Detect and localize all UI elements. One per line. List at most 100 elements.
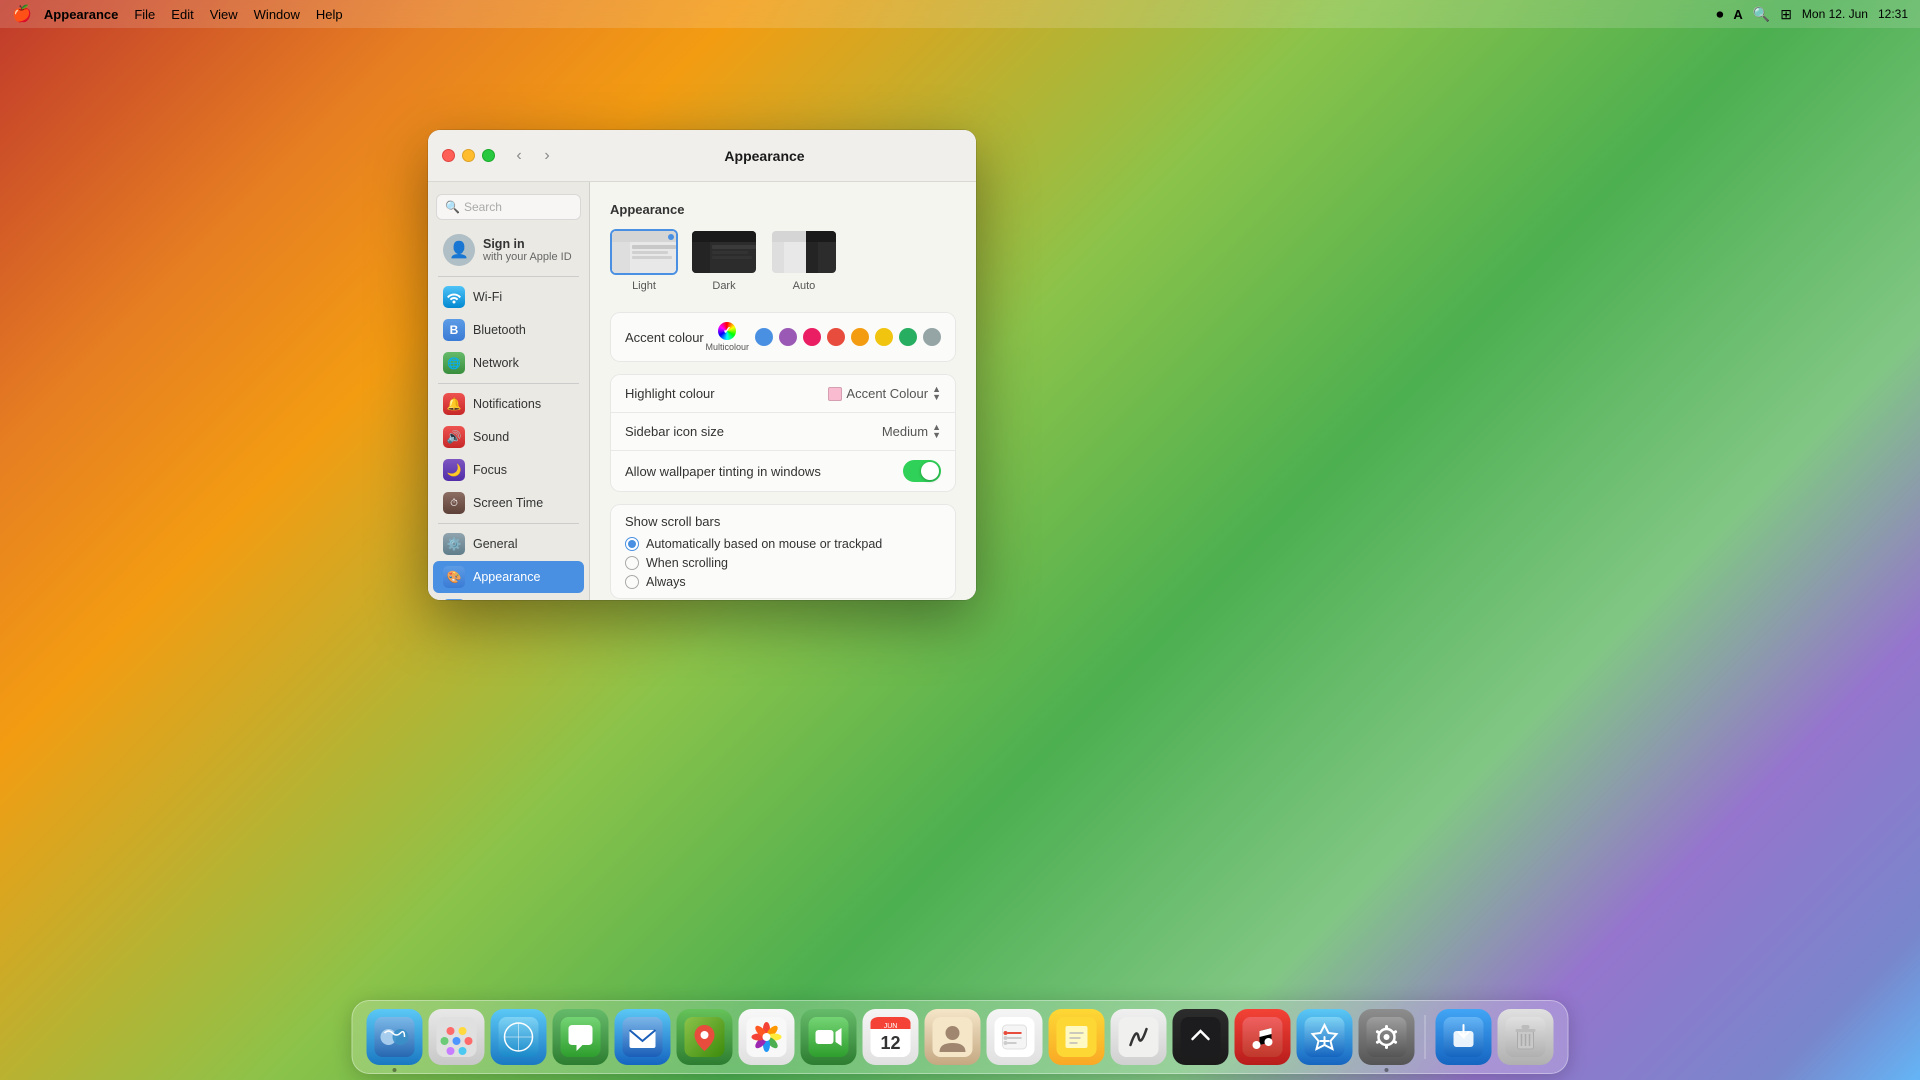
keyboard-icon[interactable]: A bbox=[1733, 7, 1742, 22]
menu-file[interactable]: File bbox=[134, 7, 155, 22]
sidebar: 🔍 Search 👤 Sign in with your Apple ID bbox=[428, 182, 590, 600]
wallpaper-tinting-label: Allow wallpaper tinting in windows bbox=[625, 464, 903, 479]
highlight-section: Highlight colour Accent Colour ▲▼ Sideba… bbox=[610, 374, 956, 492]
accent-dot-blue[interactable] bbox=[755, 328, 773, 346]
apple-menu[interactable]: 🍎 bbox=[12, 4, 32, 24]
dock-sysprefs[interactable] bbox=[1359, 1009, 1415, 1065]
dock-divider bbox=[1425, 1015, 1426, 1059]
scroll-scrolling-option[interactable]: When scrolling bbox=[625, 556, 882, 570]
dock-maps[interactable] bbox=[677, 1009, 733, 1065]
dock-appstore[interactable] bbox=[1297, 1009, 1353, 1065]
forward-button[interactable]: › bbox=[535, 144, 559, 168]
control-center-icon[interactable]: ⊞ bbox=[1780, 6, 1792, 23]
dock: 12 JUN bbox=[352, 1000, 1569, 1074]
accent-dot-yellow[interactable] bbox=[875, 328, 893, 346]
traffic-lights bbox=[442, 149, 495, 162]
sidebar-label-wifi: Wi-Fi bbox=[473, 290, 502, 304]
wallpaper-tinting-toggle[interactable] bbox=[903, 460, 941, 482]
bluetooth-icon: B bbox=[443, 319, 465, 341]
appearance-option-auto[interactable]: Auto bbox=[770, 229, 838, 292]
sidebar-icon-size-text: Medium bbox=[882, 424, 928, 439]
sidebar-item-appearance[interactable]: 🎨 Appearance bbox=[433, 561, 584, 593]
nav-buttons: ‹ › bbox=[507, 144, 559, 168]
sidebar-account[interactable]: 👤 Sign in with your Apple ID bbox=[433, 228, 584, 272]
screen-record-icon[interactable]: ⏺ bbox=[1716, 6, 1723, 23]
accent-dot-pink[interactable] bbox=[803, 328, 821, 346]
search-icon[interactable]: 🔍 bbox=[1753, 6, 1770, 23]
accent-dot-graphite[interactable] bbox=[923, 328, 941, 346]
datetime: Mon 12. Jun 12:31 bbox=[1802, 7, 1908, 21]
svg-text:12: 12 bbox=[880, 1033, 900, 1053]
dock-appletv[interactable] bbox=[1173, 1009, 1229, 1065]
appearance-options: Light bbox=[610, 229, 956, 292]
highlight-colour-text: Accent Colour bbox=[846, 386, 928, 401]
dock-messages[interactable] bbox=[553, 1009, 609, 1065]
scroll-scrolling-radio bbox=[625, 556, 639, 570]
dock-safari[interactable] bbox=[491, 1009, 547, 1065]
appearance-thumbnail-light bbox=[610, 229, 678, 275]
close-button[interactable] bbox=[442, 149, 455, 162]
menu-help[interactable]: Help bbox=[316, 7, 343, 22]
scroll-always-option[interactable]: Always bbox=[625, 575, 882, 589]
sidebar-item-notifications[interactable]: 🔔 Notifications bbox=[433, 388, 584, 420]
dock-contacts[interactable] bbox=[925, 1009, 981, 1065]
appearance-option-light[interactable]: Light bbox=[610, 229, 678, 292]
window-title: Appearance bbox=[567, 148, 962, 164]
appearance-section-title: Appearance bbox=[610, 202, 956, 217]
dock-mail[interactable] bbox=[615, 1009, 671, 1065]
titlebar: ‹ › Appearance bbox=[428, 130, 976, 182]
dock-trash[interactable] bbox=[1498, 1009, 1554, 1065]
highlight-colour-value[interactable]: Accent Colour ▲▼ bbox=[828, 386, 941, 401]
maximize-button[interactable] bbox=[482, 149, 495, 162]
sidebar-item-wifi[interactable]: Wi-Fi bbox=[433, 281, 584, 313]
appearance-option-dark[interactable]: Dark bbox=[690, 229, 758, 292]
scroll-auto-option[interactable]: Automatically based on mouse or trackpad bbox=[625, 537, 882, 551]
sidebar-item-general[interactable]: ⚙️ General bbox=[433, 528, 584, 560]
accent-dot-red[interactable] bbox=[827, 328, 845, 346]
svg-text:JUN: JUN bbox=[884, 1023, 898, 1030]
sidebar-icon-size-value[interactable]: Medium ▲▼ bbox=[882, 424, 941, 439]
sidebar-divider2 bbox=[438, 383, 579, 384]
accent-dot-orange[interactable] bbox=[851, 328, 869, 346]
appearance-label-light: Light bbox=[632, 280, 656, 292]
app-name: Appearance bbox=[44, 7, 118, 22]
highlight-colour-label: Highlight colour bbox=[625, 386, 828, 401]
sidebar-icon-size-row: Sidebar icon size Medium ▲▼ bbox=[611, 413, 955, 451]
search-box[interactable]: 🔍 Search bbox=[436, 194, 581, 220]
dock-reminders[interactable] bbox=[987, 1009, 1043, 1065]
dock-launchpad[interactable] bbox=[429, 1009, 485, 1065]
menu-view[interactable]: View bbox=[210, 7, 238, 22]
dock-music[interactable] bbox=[1235, 1009, 1291, 1065]
screentime-icon: ⏱ bbox=[443, 492, 465, 514]
menu-window[interactable]: Window bbox=[254, 7, 300, 22]
scroll-bars-row: Show scroll bars Automatically based on … bbox=[611, 505, 955, 598]
sidebar-item-accessibility[interactable]: ♿ Accessibility bbox=[433, 594, 584, 600]
sidebar-label-focus: Focus bbox=[473, 463, 507, 477]
back-button[interactable]: ‹ bbox=[507, 144, 531, 168]
dock-notes[interactable] bbox=[1049, 1009, 1105, 1065]
sidebar-item-network[interactable]: 🌐 Network bbox=[433, 347, 584, 379]
dock-yoink[interactable] bbox=[1436, 1009, 1492, 1065]
sidebar-item-sound[interactable]: 🔊 Sound bbox=[433, 421, 584, 453]
menu-edit[interactable]: Edit bbox=[171, 7, 193, 22]
appearance-icon: 🎨 bbox=[443, 566, 465, 588]
sidebar-item-focus[interactable]: 🌙 Focus bbox=[433, 454, 584, 486]
accent-dot-purple[interactable] bbox=[779, 328, 797, 346]
accent-dot-multicolour[interactable] bbox=[718, 322, 736, 340]
menu-items: File Edit View Window Help bbox=[134, 7, 342, 22]
sidebar-divider3 bbox=[438, 523, 579, 524]
show-scroll-bars-label: Show scroll bars bbox=[625, 514, 720, 529]
account-name: Sign in bbox=[483, 237, 572, 251]
sidebar-item-screentime[interactable]: ⏱ Screen Time bbox=[433, 487, 584, 519]
accent-dot-green[interactable] bbox=[899, 328, 917, 346]
highlight-colour-row: Highlight colour Accent Colour ▲▼ bbox=[611, 375, 955, 413]
dock-calendar[interactable]: 12 JUN bbox=[863, 1009, 919, 1065]
dock-freeform[interactable] bbox=[1111, 1009, 1167, 1065]
sidebar-item-bluetooth[interactable]: B Bluetooth bbox=[433, 314, 584, 346]
minimize-button[interactable] bbox=[462, 149, 475, 162]
dock-photos[interactable] bbox=[739, 1009, 795, 1065]
dock-finder[interactable] bbox=[367, 1009, 423, 1065]
dock-facetime[interactable] bbox=[801, 1009, 857, 1065]
system-settings-window: ‹ › Appearance 🔍 Search 👤 Sign in bbox=[428, 130, 976, 600]
search-placeholder: Search bbox=[464, 200, 502, 214]
